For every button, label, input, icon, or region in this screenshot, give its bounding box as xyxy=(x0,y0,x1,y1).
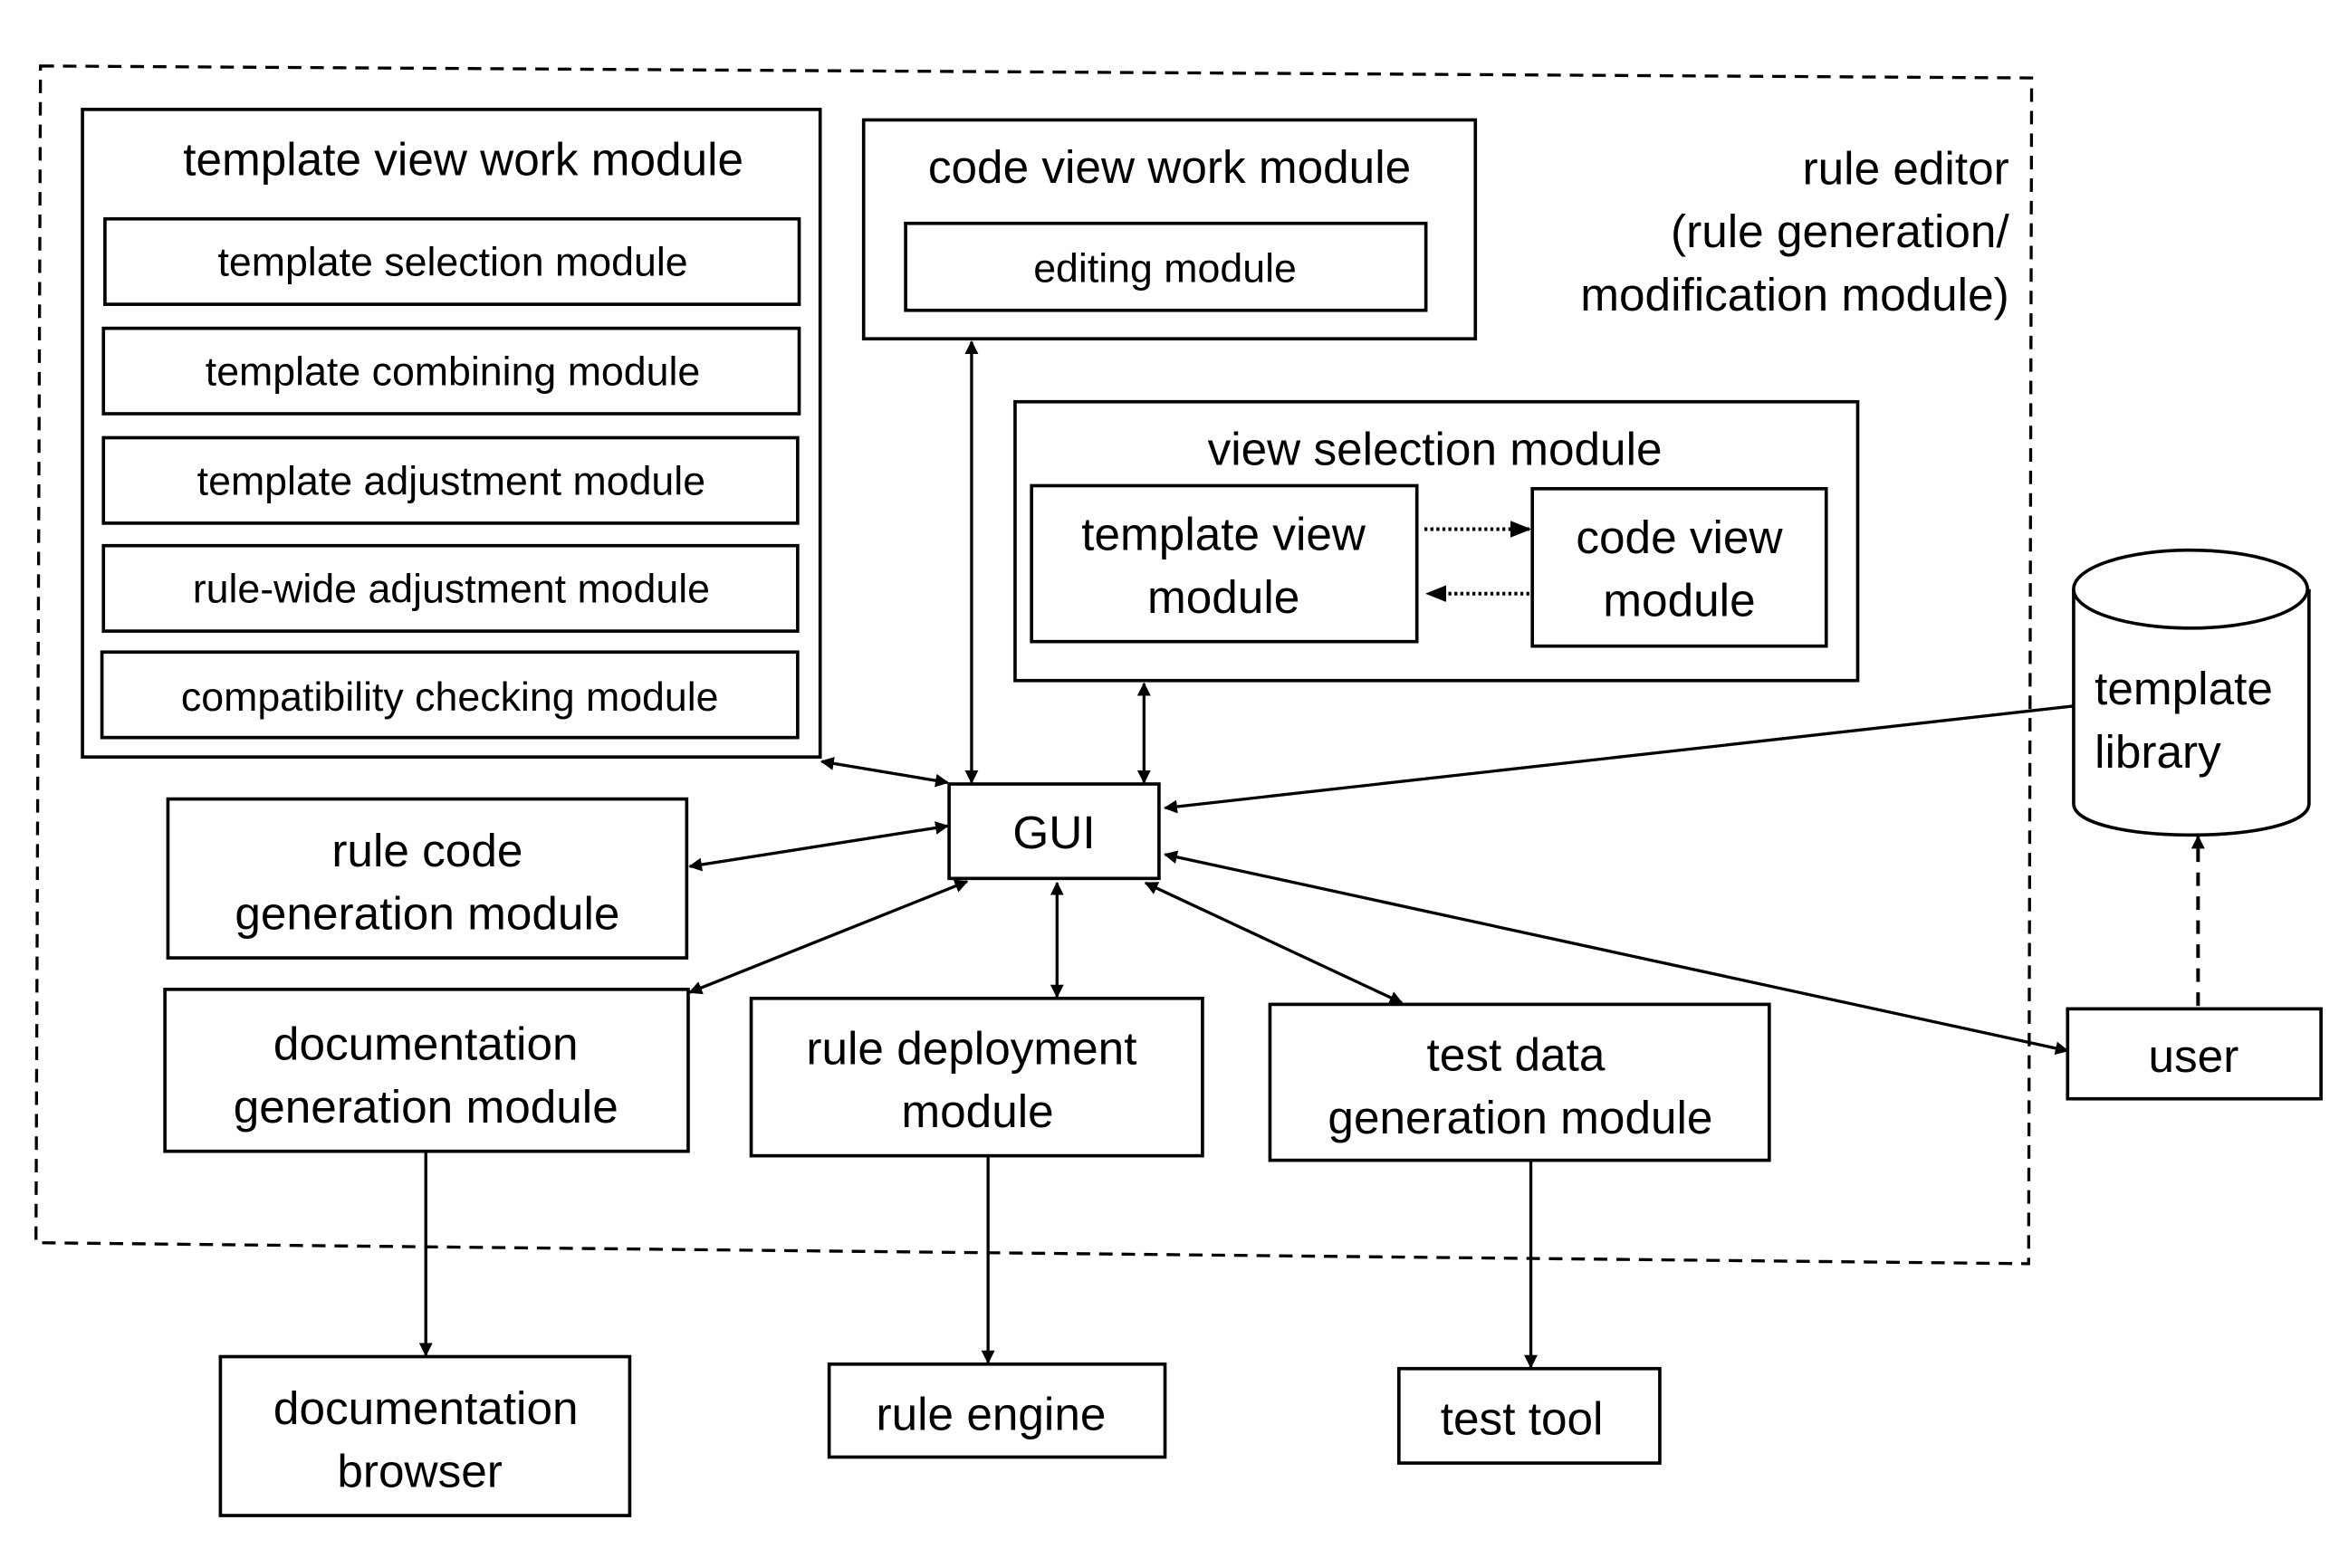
code-view-work-module[interactable]: code view work module editing module xyxy=(861,118,1478,341)
rule-code-generation-module-label-2: generation module xyxy=(235,888,619,940)
rule-engine[interactable]: rule engine xyxy=(827,1362,1167,1459)
arrow-rule-code-gui xyxy=(688,821,949,872)
template-selection-module[interactable]: template selection module xyxy=(103,216,801,306)
rule-deployment-module-label-1: rule deployment xyxy=(806,1023,1136,1075)
rule-code-generation-module-label-1: rule code xyxy=(331,825,522,876)
code-view-work-module-title: code view work module xyxy=(928,141,1411,193)
documentation-generation-module-label-1: documentation xyxy=(273,1018,579,1070)
user-label: user xyxy=(2148,1030,2238,1082)
boundary-title-line-2: (rule generation/ xyxy=(1671,206,2009,257)
documentation-browser-label-1: documentation xyxy=(273,1382,579,1434)
template-view-module-label-2: module xyxy=(1147,571,1299,623)
gui-box[interactable]: GUI xyxy=(947,782,1161,881)
arrow-template-work-gui xyxy=(820,757,949,788)
arrow-doc-gen-gui xyxy=(688,879,969,995)
template-selection-module-label: template selection module xyxy=(217,241,687,285)
template-view-work-module-title: template view work module xyxy=(183,134,743,186)
test-data-generation-module-label-1: test data xyxy=(1427,1028,1606,1080)
compatibility-checking-module-label: compatibility checking module xyxy=(181,675,719,720)
documentation-generation-module[interactable]: documentation generation module xyxy=(163,988,690,1153)
view-selection-module-title: view selection module xyxy=(1208,423,1663,474)
code-view-module[interactable]: code view module xyxy=(1530,486,1828,648)
view-selection-module[interactable]: view selection module template view modu… xyxy=(1013,399,1860,683)
code-view-module-label-2: module xyxy=(1603,575,1755,626)
documentation-browser-label-2: browser xyxy=(337,1446,503,1497)
gui-label: GUI xyxy=(1012,807,1095,858)
test-data-generation-module-label-2: generation module xyxy=(1328,1092,1712,1143)
compatibility-checking-module[interactable]: compatibility checking module xyxy=(100,650,800,740)
rule-editor-diagram: rule editor (rule generation/ modificati… xyxy=(34,64,2323,1517)
template-combining-module-label: template combining module xyxy=(206,350,700,395)
arrow-test-data-gui xyxy=(1144,881,1404,1005)
test-tool[interactable]: test tool xyxy=(1397,1366,1662,1465)
template-combining-module[interactable]: template combining module xyxy=(101,326,801,416)
documentation-generation-module-label-2: generation module xyxy=(234,1081,618,1133)
user-box[interactable]: user xyxy=(2066,1007,2323,1101)
template-adjustment-module[interactable]: template adjustment module xyxy=(101,435,800,525)
boundary-title-line-3: modification module) xyxy=(1580,269,2008,320)
rule-wide-adjustment-module-label: rule-wide adjustment module xyxy=(193,568,710,612)
arrow-template-library-gui xyxy=(1164,704,2075,814)
template-library[interactable]: template library xyxy=(2072,548,2311,837)
test-data-generation-module[interactable]: test data generation module xyxy=(1268,1002,1771,1162)
rule-engine-label: rule engine xyxy=(877,1389,1107,1440)
template-view-module-label-1: template view xyxy=(1081,509,1366,560)
rule-deployment-module[interactable]: rule deployment module xyxy=(749,996,1204,1158)
code-view-module-label-1: code view xyxy=(1576,512,1783,563)
test-tool-label: test tool xyxy=(1441,1393,1604,1445)
editing-module[interactable]: editing module xyxy=(904,221,1428,312)
boundary-title-line-1: rule editor xyxy=(1803,143,2009,195)
rule-deployment-module-label-2: module xyxy=(901,1085,1053,1137)
rule-wide-adjustment-module[interactable]: rule-wide adjustment module xyxy=(101,543,800,633)
template-view-work-module[interactable]: template view work module template selec… xyxy=(81,108,822,760)
template-adjustment-module-label: template adjustment module xyxy=(197,459,705,503)
template-library-label-1: template xyxy=(2095,663,2273,714)
template-view-module[interactable]: template view module xyxy=(1030,483,1419,644)
editing-module-label: editing module xyxy=(1033,246,1297,291)
rule-code-generation-module[interactable]: rule code generation module xyxy=(166,797,689,960)
cylinder-top xyxy=(2072,548,2310,630)
template-library-label-2: library xyxy=(2095,726,2221,778)
documentation-browser[interactable]: documentation browser xyxy=(218,1354,632,1517)
